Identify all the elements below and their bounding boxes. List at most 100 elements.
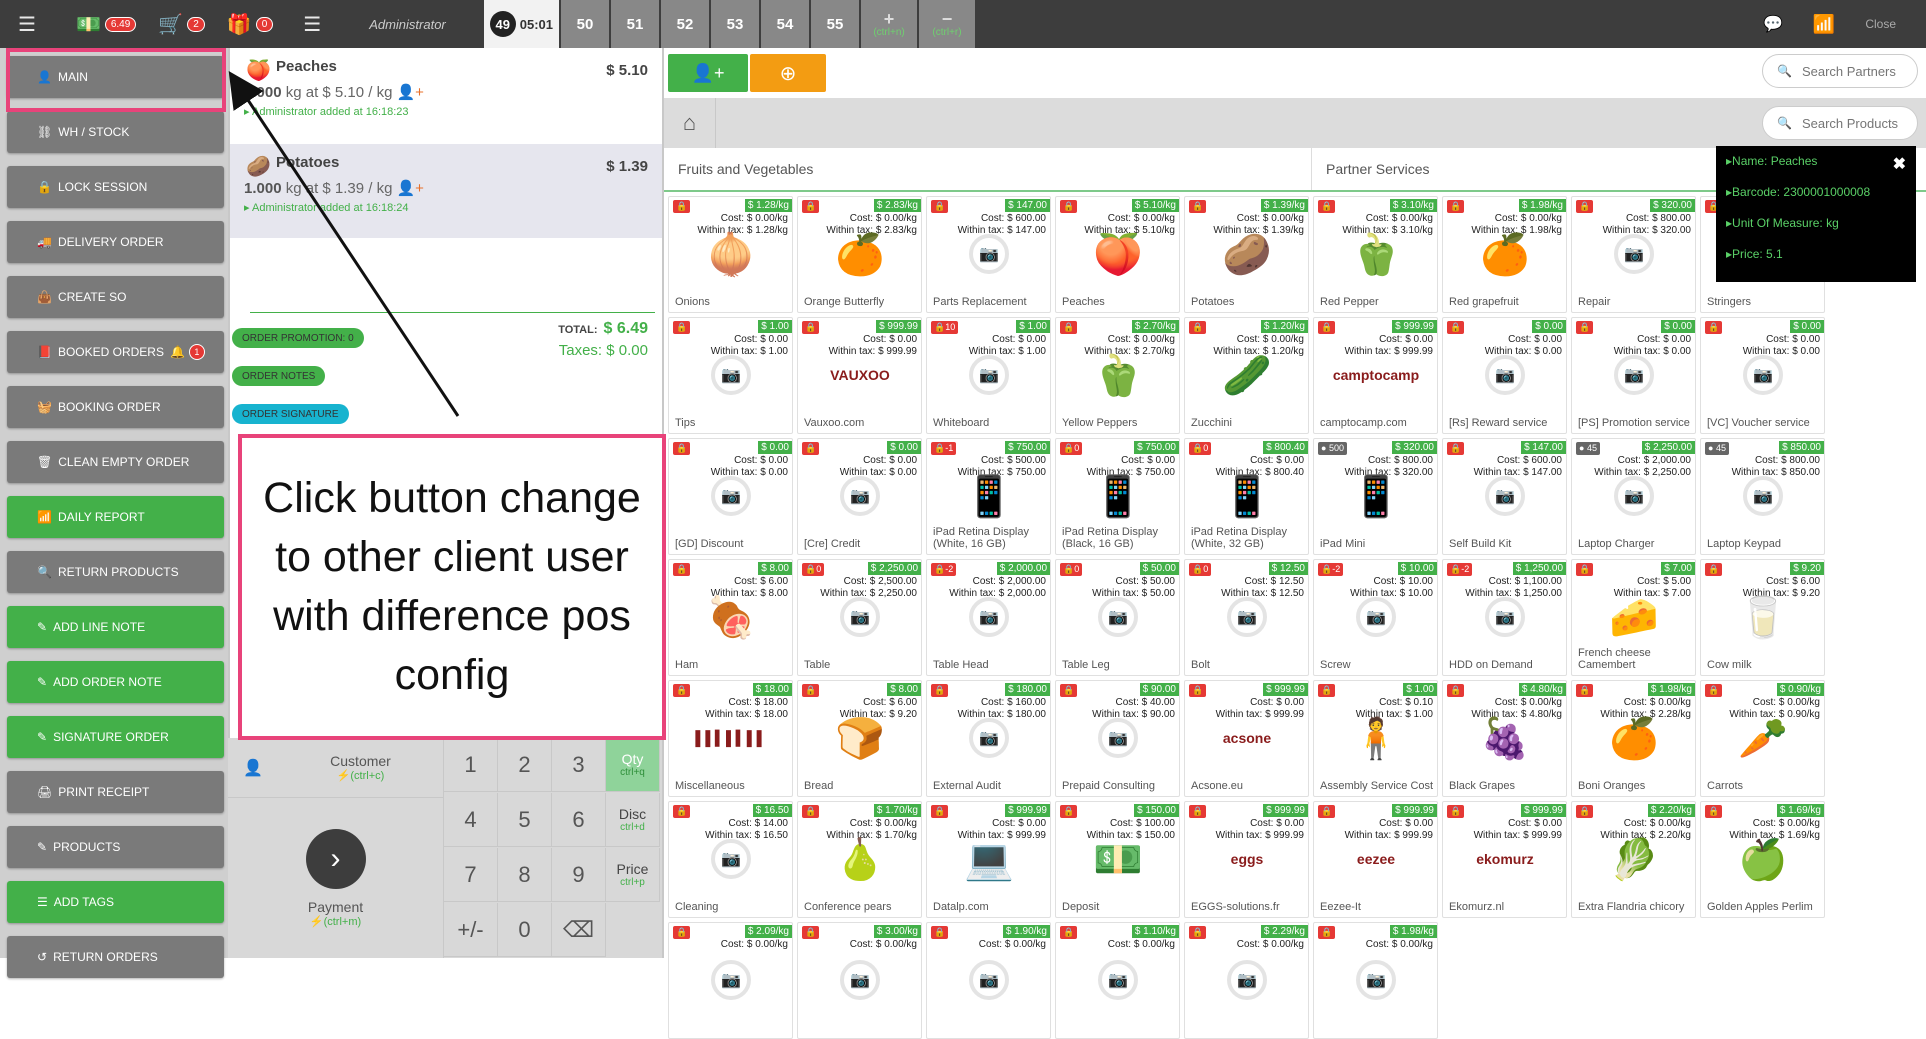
home-icon[interactable]: ⌂ <box>664 98 716 148</box>
mode-price-button[interactable]: Price ctrl+p <box>606 848 660 902</box>
product-card[interactable]: 🔒 $ 0.90/kg Cost: $ 0.00/kg Within tax: $ 0… <box>1700 680 1825 797</box>
product-card[interactable]: ● 45 $ 850.00 Cost: $ 800.00 Within tax: $ … <box>1700 438 1825 555</box>
product-card[interactable]: 🔒 $ 9.20 Cost: $ 6.00 Within tax: $ 9.20 🥛 Co… <box>1700 559 1825 676</box>
product-card[interactable]: 🔒 $ 0.00 Cost: $ 0.00 Within tax: $ 0.00 📷 [V… <box>1700 317 1825 434</box>
product-card[interactable]: 🔒 $ 150.00 Cost: $ 100.00 Within tax: $ 150… <box>1055 801 1180 918</box>
gift-icon[interactable]: 🎁 0 <box>227 12 274 37</box>
product-card[interactable]: 🔒 $ 999.99 Cost: $ 0.00 Within tax: $ 999.9… <box>1184 680 1309 797</box>
sidebar-item-clean-empty-order[interactable]: 🗑 CLEAN EMPTY ORDER <box>7 441 224 483</box>
product-card[interactable]: 🔒10 $ 1.00 Cost: $ 0.00 Within tax: $ 1.00 📷… <box>926 317 1051 434</box>
product-card[interactable]: 🔒 $ 2.83/kg Cost: $ 0.00/kg Within tax: $ 2… <box>797 196 922 313</box>
product-card[interactable]: 🔒 $ 1.98/kg Cost: $ 0.00/kg 📷 <box>1313 922 1438 1039</box>
order-tab[interactable]: 53 <box>711 0 760 48</box>
product-card[interactable]: 🔒 $ 8.00 Cost: $ 6.00 Within tax: $ 9.20 🍞 Br… <box>797 680 922 797</box>
product-card[interactable]: 🔒 $ 999.99 Cost: $ 0.00 Within tax: $ 999.9… <box>1184 801 1309 918</box>
sidebar-item-return-orders[interactable]: ↺ RETURN ORDERS <box>7 936 224 978</box>
product-card[interactable]: ● 45 $ 2,250.00 Cost: $ 2,000.00 Within tax… <box>1571 438 1696 555</box>
sidebar-item-booked-orders[interactable]: 📕 BOOKED ORDERS 🔔 1 <box>7 331 224 373</box>
product-card[interactable]: 🔒 $ 90.00 Cost: $ 40.00 Within tax: $ 90.00… <box>1055 680 1180 797</box>
order-tab[interactable]: 54 <box>761 0 810 48</box>
sidebar-item-add-tags[interactable]: ☰ ADD TAGS <box>7 881 224 923</box>
product-card[interactable]: 🔒-1 $ 750.00 Cost: $ 500.00 Within tax: $ 7… <box>926 438 1051 555</box>
sidebar-item-create-so[interactable]: 👜 CREATE SO <box>7 276 224 318</box>
product-card[interactable]: 🔒 $ 0.00 Cost: $ 0.00 Within tax: $ 0.00 📷 [G… <box>668 438 793 555</box>
sidebar-item-booking-order[interactable]: 🧺 BOOKING ORDER <box>7 386 224 428</box>
order-tab[interactable]: 50 <box>561 0 610 48</box>
order-notes-pill[interactable]: ORDER NOTES <box>232 366 326 386</box>
numpad-key[interactable]: 7 <box>444 848 498 902</box>
product-card[interactable]: 🔒 $ 147.00 Cost: $ 600.00 Within tax: $ 147… <box>926 196 1051 313</box>
mode-qty-button[interactable]: Qty ctrl+q <box>606 738 660 792</box>
product-card[interactable]: 🔒 $ 1.98/kg Cost: $ 0.00/kg Within tax: $ 2… <box>1571 680 1696 797</box>
close-button[interactable]: Close <box>1865 17 1896 31</box>
customer-button[interactable]: 👤 Customer ⚡(ctrl+c) <box>228 738 444 798</box>
product-card[interactable]: 🔒 $ 3.10/kg Cost: $ 0.00/kg Within tax: $ 3… <box>1313 196 1438 313</box>
product-card[interactable]: 🔒 $ 2.20/kg Cost: $ 0.00/kg Within tax: $ 2… <box>1571 801 1696 918</box>
sidebar-item-print-receipt[interactable]: 🖨 PRINT RECEIPT <box>7 771 224 813</box>
product-card[interactable]: 🔒 $ 0.00 Cost: $ 0.00 Within tax: $ 0.00 📷 [R… <box>1442 317 1567 434</box>
product-card[interactable]: 🔒 $ 147.00 Cost: $ 600.00 Within tax: $ 147… <box>1442 438 1567 555</box>
product-card[interactable]: 🔒 $ 1.28/kg Cost: $ 0.00/kg Within tax: $ 1… <box>668 196 793 313</box>
close-icon[interactable]: ✖ <box>1893 154 1906 174</box>
mode-disc-button[interactable]: Disc ctrl+d <box>606 793 660 847</box>
product-card[interactable]: 🔒 $ 1.00 Cost: $ 0.10 Within tax: $ 1.00 🧍 As… <box>1313 680 1438 797</box>
sidebar-item-products[interactable]: ✎ PRODUCTS <box>7 826 224 868</box>
numpad-key[interactable]: 8 <box>498 848 552 902</box>
cart-icon[interactable]: 🛒 2 <box>158 12 205 37</box>
product-card[interactable]: 🔒 $ 999.99 Cost: $ 0.00 Within tax: $ 999.9… <box>1313 801 1438 918</box>
product-card[interactable]: 🔒-2 $ 2,000.00 Cost: $ 2,000.00 Within tax:… <box>926 559 1051 676</box>
product-card[interactable]: 🔒 $ 180.00 Cost: $ 160.00 Within tax: $ 180… <box>926 680 1051 797</box>
backspace-key[interactable]: ⌫ <box>552 903 606 957</box>
product-card[interactable]: 🔒 $ 18.00 Cost: $ 18.00 Within tax: $ 18.00… <box>668 680 793 797</box>
order-tab-active[interactable]: 49 05:01 <box>483 0 560 48</box>
order-tab[interactable]: 52 <box>661 0 710 48</box>
sidebar-item-lock-session[interactable]: 🔒 LOCK SESSION <box>7 166 224 208</box>
product-card[interactable]: 🔒 $ 1.39/kg Cost: $ 0.00/kg Within tax: $ 1… <box>1184 196 1309 313</box>
product-card[interactable]: 🔒 $ 1.98/kg Cost: $ 0.00/kg Within tax: $ 1… <box>1442 196 1567 313</box>
product-card[interactable]: 🔒 $ 0.00 Cost: $ 0.00 Within tax: $ 0.00 📷 [P… <box>1571 317 1696 434</box>
numpad-key[interactable]: 2 <box>498 738 552 792</box>
product-card[interactable]: 🔒 $ 999.99 Cost: $ 0.00 Within tax: $ 999.9… <box>926 801 1051 918</box>
order-signature-pill[interactable]: ORDER SIGNATURE <box>232 404 349 424</box>
numpad-key[interactable]: 6 <box>552 793 606 847</box>
product-card[interactable]: 🔒 $ 320.00 Cost: $ 800.00 Within tax: $ 320… <box>1571 196 1696 313</box>
product-card[interactable]: 🔒0 $ 50.00 Cost: $ 50.00 Within tax: $ 50.0… <box>1055 559 1180 676</box>
product-card[interactable]: 🔒 $ 999.99 Cost: $ 0.00 Within tax: $ 999.9… <box>1313 317 1438 434</box>
product-card[interactable]: 🔒 $ 1.00 Cost: $ 0.00 Within tax: $ 1.00 📷 Ti… <box>668 317 793 434</box>
product-card[interactable]: ● 500 $ 320.00 Cost: $ 800.00 Within tax: $… <box>1313 438 1438 555</box>
sidebar-item-add-line-note[interactable]: ✎ ADD LINE NOTE <box>7 606 224 648</box>
add-product-button[interactable]: ⊕ <box>750 54 826 92</box>
chat-icon[interactable]: 💬 <box>1763 14 1783 34</box>
search-products-input[interactable] <box>1801 115 1912 131</box>
payment-button[interactable]: › Payment ⚡(ctrl+m) <box>228 798 444 958</box>
numpad-key[interactable]: 9 <box>552 848 606 902</box>
product-card[interactable]: 🔒 $ 7.00 Cost: $ 5.00 Within tax: $ 7.00 🧀 Fr… <box>1571 559 1696 676</box>
numpad-key[interactable]: 4 <box>444 793 498 847</box>
product-card[interactable]: 🔒 $ 1.10/kg Cost: $ 0.00/kg 📷 <box>1055 922 1180 1039</box>
user-plus-icon[interactable]: 👤+ <box>396 180 423 197</box>
product-card[interactable]: 🔒 $ 1.90/kg Cost: $ 0.00/kg 📷 <box>926 922 1051 1039</box>
orderline-selected[interactable]: 🥔 Potatoes $ 1.39 1.000 kg at $ 1.39 / k… <box>230 144 662 238</box>
add-partner-button[interactable]: 👤+ <box>668 54 748 92</box>
cash-icon[interactable]: 💵 6.49 <box>76 12 137 37</box>
sidebar-item-add-order-note[interactable]: ✎ ADD ORDER NOTE <box>7 661 224 703</box>
product-card[interactable]: 🔒0 $ 800.40 Cost: $ 0.00 Within tax: $ 800.… <box>1184 438 1309 555</box>
product-card[interactable]: 🔒 $ 999.99 Cost: $ 0.00 Within tax: $ 999.9… <box>1442 801 1567 918</box>
orderline[interactable]: 🍑 Peaches $ 5.10 1.000 kg at $ 5.10 / kg… <box>230 48 662 142</box>
remove-order-button[interactable]: − (ctrl+r) <box>919 0 976 48</box>
product-card[interactable]: 🔒 $ 2.70/kg Cost: $ 0.00/kg Within tax: $ 2… <box>1055 317 1180 434</box>
order-tab[interactable]: 55 <box>811 0 860 48</box>
product-card[interactable]: 🔒 $ 4.80/kg Cost: $ 0.00/kg Within tax: $ 4… <box>1442 680 1567 797</box>
numpad-key[interactable]: 5 <box>498 793 552 847</box>
product-card[interactable]: 🔒 $ 0.00 Cost: $ 0.00 Within tax: $ 0.00 📷 [C… <box>797 438 922 555</box>
order-tab[interactable]: 51 <box>611 0 660 48</box>
product-card[interactable]: 🔒 $ 1.70/kg Cost: $ 0.00/kg Within tax: $ 1… <box>797 801 922 918</box>
product-card[interactable]: 🔒 $ 999.99 Cost: $ 0.00 Within tax: $ 999.9… <box>797 317 922 434</box>
numpad-key[interactable]: 0 <box>498 903 552 957</box>
sidebar-item-wh-stock[interactable]: ⛓ WH / STOCK <box>7 111 224 153</box>
sidebar-item-daily-report[interactable]: 📶 DAILY REPORT <box>7 496 224 538</box>
user-plus-icon[interactable]: 👤+ <box>396 84 423 101</box>
search-partners-input[interactable] <box>1801 63 1912 79</box>
sidebar-item-delivery-order[interactable]: 🚚 DELIVERY ORDER <box>7 221 224 263</box>
product-card[interactable]: 🔒-2 $ 1,250.00 Cost: $ 1,100.00 Within tax:… <box>1442 559 1567 676</box>
